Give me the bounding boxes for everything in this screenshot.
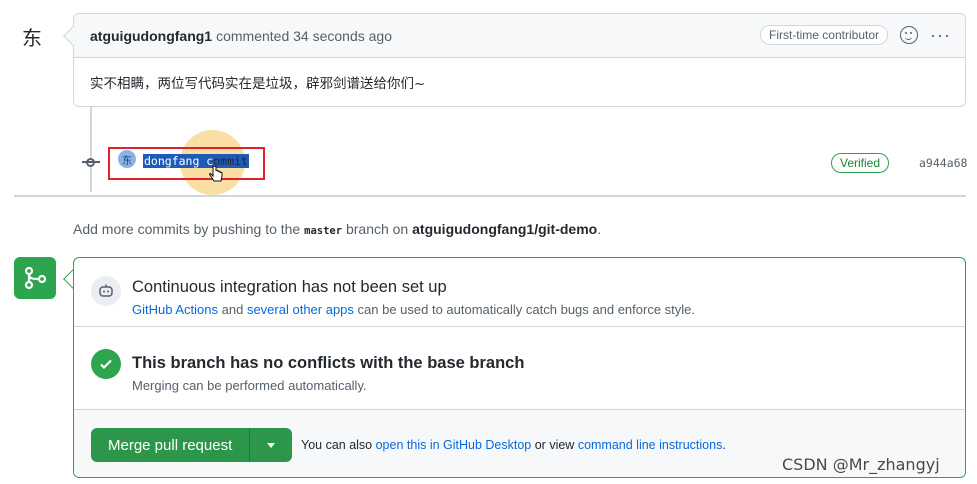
- conflicts-title: This branch has no conflicts with the ba…: [132, 354, 525, 372]
- ci-section: Continuous integration has not been set …: [74, 258, 965, 327]
- ci-title: Continuous integration has not been set …: [132, 278, 447, 296]
- commit-author-avatar[interactable]: 东: [118, 150, 136, 168]
- git-merge-icon: [14, 257, 56, 299]
- timeline-divider: [14, 195, 966, 197]
- caret-down-icon: [267, 442, 276, 448]
- more-options-icon[interactable]: ···: [930, 26, 951, 44]
- conflicts-subtitle: Merging can be performed automatically.: [132, 378, 367, 393]
- commit-node-icon: [82, 155, 100, 169]
- merge-alternatives: You can also open this in GitHub Desktop…: [301, 438, 726, 452]
- merge-button-group: Merge pull request: [91, 428, 293, 462]
- ci-robot-icon: [91, 276, 121, 306]
- verified-badge[interactable]: Verified: [831, 153, 890, 173]
- watermark: CSDN @Mr_zhangyj: [782, 455, 940, 474]
- other-apps-link[interactable]: several other apps: [247, 302, 354, 317]
- comment-box: atguigudongfang1 commented 34 seconds ag…: [63, 13, 966, 107]
- repo-name: atguigudongfang1/git-demo: [412, 221, 598, 237]
- conflicts-section: This branch has no conflicts with the ba…: [74, 327, 965, 410]
- push-hint: Add more commits by pushing to the maste…: [73, 221, 602, 237]
- comment-author-link[interactable]: atguigudongfang1: [90, 28, 212, 44]
- open-desktop-link[interactable]: open this in GitHub Desktop: [376, 438, 532, 452]
- commit-message-link[interactable]: dongfang commit: [143, 154, 249, 168]
- ci-subtitle: GitHub Actions and several other apps ca…: [132, 302, 696, 317]
- merge-box: Continuous integration has not been set …: [73, 257, 966, 478]
- cli-instructions-link[interactable]: command line instructions: [578, 438, 723, 452]
- check-circle-icon: [91, 349, 121, 379]
- comment-body: 实不相瞒，两位写代码实在是垃圾，辟邪剑谱送给你们~: [90, 76, 426, 92]
- timeline-avatar[interactable]: 东: [22, 22, 42, 51]
- comment-timestamp[interactable]: commented 34 seconds ago: [216, 28, 392, 44]
- add-reaction-icon[interactable]: [900, 26, 919, 44]
- first-time-contributor-badge: First-time contributor: [759, 25, 889, 45]
- comment-header: atguigudongfang1 commented 34 seconds ag…: [74, 14, 965, 58]
- merge-method-dropdown[interactable]: [250, 428, 293, 462]
- github-actions-link[interactable]: GitHub Actions: [132, 302, 218, 317]
- commit-message-selected: dongfang c: [144, 154, 214, 168]
- timeline-line: [90, 107, 92, 192]
- hand-cursor-icon: [209, 165, 223, 189]
- commit-sha-link[interactable]: a944a68: [919, 156, 967, 170]
- merge-pull-request-button[interactable]: Merge pull request: [91, 428, 251, 462]
- branch-name: master: [304, 225, 343, 237]
